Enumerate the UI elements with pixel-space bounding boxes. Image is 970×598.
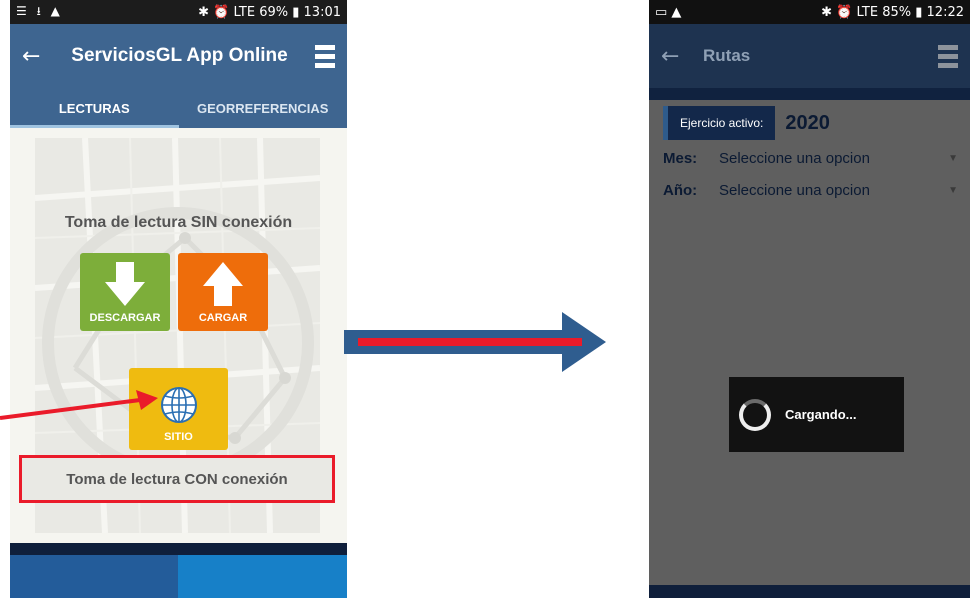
back-arrow-icon[interactable]: ← [22, 44, 52, 69]
status-left-icons: ▭ ▲ [655, 4, 682, 20]
download-button-label: DESCARGAR [89, 312, 161, 324]
upload-button[interactable]: CARGAR [178, 253, 268, 331]
left-phone-screen: ☰ ⭳ ▲ ✱ ⏰ LTE 69% ▮ 13:01 ← ServiciosGL … [10, 0, 347, 598]
active-exercise-row: Ejercicio activo: 2020 [663, 106, 830, 140]
chevron-down-icon[interactable]: ▼ [948, 185, 958, 196]
download-arrow-icon [105, 262, 145, 306]
transition-arrow-icon [344, 312, 606, 372]
download-button[interactable]: DESCARGAR [80, 253, 170, 331]
status-left-icons: ☰ ⭳ ▲ [16, 3, 63, 18]
tab-georreferencias[interactable]: GEORREFERENCIAS [179, 88, 348, 128]
year-label: Año: [663, 182, 698, 199]
month-value[interactable]: Seleccione una opcion [719, 150, 948, 167]
app-title: ServiciosGL App Online [71, 45, 288, 66]
status-right-info: ✱ ⏰ LTE 85% ▮ 12:22 [821, 4, 964, 20]
status-right-info: ✱ ⏰ LTE 69% ▮ 13:01 [198, 4, 341, 20]
back-arrow-icon[interactable]: ← [661, 44, 691, 69]
status-bar: ▭ ▲ ✱ ⏰ LTE 85% ▮ 12:22 [649, 0, 970, 24]
bottom-nav-left[interactable] [10, 555, 178, 598]
bottom-navigation [10, 543, 347, 598]
bottom-navigation [649, 585, 970, 598]
header-divider [649, 88, 970, 100]
active-exercise-badge: Ejercicio activo: [663, 106, 776, 140]
bottom-nav-right[interactable] [178, 555, 347, 598]
routes-form: Ejercicio activo: 2020 Mes: Seleccione u… [649, 100, 970, 598]
hamburger-menu-icon[interactable] [315, 44, 335, 68]
online-reading-label[interactable]: Toma de lectura CON conexión [19, 455, 335, 503]
hamburger-menu-icon[interactable] [938, 44, 958, 68]
red-pointer-arrow-icon [0, 390, 158, 420]
loading-text: Cargando... [785, 407, 857, 422]
tab-lecturas[interactable]: LECTURAS [10, 88, 179, 128]
app-toolbar: ← ServiciosGL App Online [10, 24, 347, 88]
spinner-icon [739, 398, 771, 431]
globe-icon [160, 387, 197, 423]
loading-dialog: Cargando... [729, 377, 904, 452]
site-button-label: SITIO [164, 431, 193, 443]
offline-reading-label: Toma de lectura SIN conexión [64, 214, 293, 231]
right-phone-screen: ▭ ▲ ✱ ⏰ LTE 85% ▮ 12:22 ← Rutas Ejercici… [649, 0, 970, 598]
tab-bar: LECTURAS GEORREFERENCIAS [10, 88, 347, 128]
year-value[interactable]: Seleccione una opcion [719, 182, 948, 199]
chevron-down-icon[interactable]: ▼ [948, 153, 958, 164]
page-title: Rutas [703, 46, 751, 65]
main-content: Toma de lectura SIN conexión DESCARGAR C… [10, 128, 347, 543]
upload-button-label: CARGAR [198, 312, 248, 324]
status-bar: ☰ ⭳ ▲ ✱ ⏰ LTE 69% ▮ 13:01 [10, 0, 347, 24]
year-select[interactable]: Año: Seleccione una opcion ▼ [663, 182, 958, 199]
upload-arrow-icon [203, 262, 243, 306]
month-label: Mes: [663, 150, 698, 167]
month-select[interactable]: Mes: Seleccione una opcion ▼ [663, 150, 958, 167]
active-exercise-year: 2020 [785, 111, 830, 134]
routes-toolbar: ← Rutas [649, 24, 970, 88]
